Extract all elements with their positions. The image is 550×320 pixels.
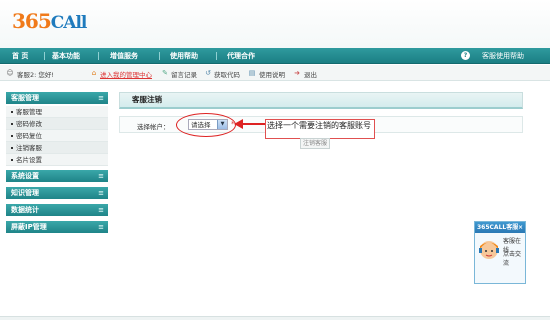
footer-strip xyxy=(0,316,550,320)
sidebar-item-label: 密码修改 xyxy=(16,120,42,128)
sidebar-item-label: 注销客服 xyxy=(16,144,42,152)
bullet-icon xyxy=(11,147,13,149)
cancel-agent-button[interactable]: 注销客服 xyxy=(300,138,330,149)
sidebar-section-system-settings[interactable]: 系统设置 ≡ xyxy=(6,170,108,182)
logout-link[interactable]: 退出 xyxy=(304,69,317,79)
sidebar-item-label: 客服管理 xyxy=(16,108,42,116)
sidebar-section-ip-block[interactable]: 屏蔽IP管理 ≡ xyxy=(6,221,108,233)
logout-icon: ➜ xyxy=(294,69,300,77)
sidebar-section-title: 知识管理 xyxy=(11,189,39,197)
bullet-icon xyxy=(11,135,13,137)
logo[interactable]: 365CAll xyxy=(12,9,88,33)
chat-widget[interactable]: 365CALL客服 × 客服在线 点击交流 xyxy=(474,221,526,284)
sidebar: 客服管理 ≡ 客服管理 密码修改 密码复位 注销客服 名片设置 系统设置 ≡ 知… xyxy=(6,92,108,235)
bullet-icon xyxy=(11,111,13,113)
expand-icon: ≡ xyxy=(98,172,104,180)
user-toolbar: ☺ 客服2: 您好! ⌂ 进入我的管理中心 ✎ 留言记录 ↺ 获取代码 ▤ 使用… xyxy=(0,65,550,81)
sidebar-item-change-password[interactable]: 密码修改 xyxy=(6,118,108,130)
header: 365CAll xyxy=(0,0,550,48)
nav-home[interactable]: 首 页 xyxy=(12,51,28,61)
sidebar-section-agent-management[interactable]: 客服管理 ≡ xyxy=(6,92,108,104)
nav-divider xyxy=(216,52,217,60)
sidebar-section-title: 屏蔽IP管理 xyxy=(11,223,47,231)
help-icon: ? xyxy=(461,51,470,60)
nav-value-added[interactable]: 增值服务 xyxy=(110,51,138,61)
code-icon: ↺ xyxy=(205,69,211,77)
select-account-label: 选择帐户： xyxy=(137,123,170,131)
sidebar-section-statistics[interactable]: 数据统计 ≡ xyxy=(6,204,108,216)
instructions-link[interactable]: 使用说明 xyxy=(259,69,285,79)
sidebar-section-knowledge[interactable]: 知识管理 ≡ xyxy=(6,187,108,199)
nav-agency[interactable]: 代理合作 xyxy=(227,51,255,61)
bullet-icon xyxy=(11,123,13,125)
message-records-link[interactable]: 留言记录 xyxy=(171,69,197,79)
get-code-link[interactable]: 获取代码 xyxy=(214,69,240,79)
sidebar-list: 客服管理 密码修改 密码复位 注销客服 名片设置 xyxy=(6,106,108,166)
highlight-circle xyxy=(176,113,236,137)
admin-center-link[interactable]: 进入我的管理中心 xyxy=(100,69,152,79)
expand-icon: ≡ xyxy=(98,223,104,231)
customer-service-help-link[interactable]: 客服使用帮助 xyxy=(482,51,524,61)
logo-number: 365 xyxy=(12,9,52,33)
main-nav: 首 页 基本功能 增值服务 使用帮助 代理合作 ? 客服使用帮助 xyxy=(0,48,550,64)
chat-widget-title: 365CALL客服 xyxy=(477,224,519,231)
logo-text: CAll xyxy=(50,13,88,33)
nav-basic-features[interactable]: 基本功能 xyxy=(52,51,80,61)
user-icon: ☺ xyxy=(6,69,14,77)
close-icon[interactable]: × xyxy=(518,222,523,233)
expand-icon: ≡ xyxy=(98,206,104,214)
sidebar-item-agent-management[interactable]: 客服管理 xyxy=(6,106,108,118)
sidebar-item-reset-password[interactable]: 密码复位 xyxy=(6,130,108,142)
nav-divider xyxy=(44,52,45,60)
bullet-icon xyxy=(11,159,13,161)
chat-widget-header: 365CALL客服 × xyxy=(475,222,525,233)
agent-avatar-icon xyxy=(479,241,499,259)
sidebar-item-cancel-agent[interactable]: 注销客服 xyxy=(6,142,108,154)
expand-icon: ≡ xyxy=(98,189,104,197)
sidebar-section-title: 客服管理 xyxy=(11,94,39,102)
home-icon: ⌂ xyxy=(91,69,97,77)
sidebar-item-label: 名片设置 xyxy=(16,156,42,164)
sidebar-item-label: 密码复位 xyxy=(16,132,42,140)
manual-icon: ▤ xyxy=(248,69,256,77)
nav-divider xyxy=(98,52,99,60)
message-icon: ✎ xyxy=(162,69,168,77)
greeting-text: 客服2: 您好! xyxy=(17,71,54,79)
page-title: 客服注销 xyxy=(119,92,523,109)
nav-help[interactable]: 使用帮助 xyxy=(170,51,198,61)
nav-divider xyxy=(159,52,160,60)
sidebar-section-title: 数据统计 xyxy=(11,206,39,214)
sidebar-item-card-settings[interactable]: 名片设置 xyxy=(6,154,108,166)
sidebar-section-title: 系统设置 xyxy=(11,172,39,180)
annotation-callout: 选择一个需要注销的客服账号 xyxy=(265,119,375,139)
collapse-icon: ≡ xyxy=(98,94,104,102)
annotation-arrow-icon xyxy=(234,119,266,129)
chat-action-text[interactable]: 点击交流 xyxy=(503,249,525,267)
